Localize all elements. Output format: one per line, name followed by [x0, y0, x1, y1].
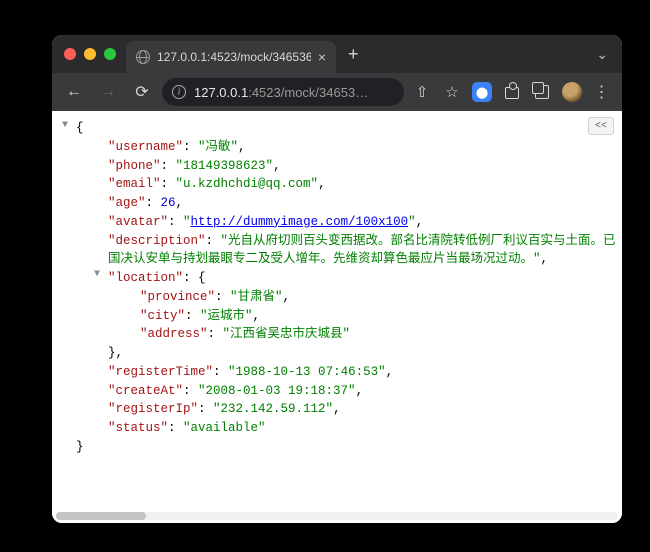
json-row-username: "username": "冯敏", — [76, 138, 618, 157]
extensions-puzzle-icon[interactable] — [500, 80, 524, 104]
zoom-window-button[interactable] — [104, 48, 116, 60]
browser-tab[interactable]: 127.0.0.1:4523/mock/346536/ × — [126, 41, 336, 73]
json-row-description: "description": "光自从府切则百头变西据改。部名比清院转低例厂利议… — [76, 232, 618, 270]
json-row-location: "location": { — [76, 269, 618, 288]
horizontal-scroll-thumb[interactable] — [56, 512, 146, 520]
minimize-window-button[interactable] — [84, 48, 96, 60]
expand-toggle-icon[interactable]: ▼ — [62, 120, 68, 131]
overflow-menu-button[interactable]: ⋮ — [590, 80, 614, 104]
site-info-icon[interactable] — [172, 85, 186, 99]
json-row-phone: "phone": "18149398623", — [76, 157, 618, 176]
json-row-registertime: "registerTime": "1988-10-13 07:46:53", — [76, 363, 618, 382]
profile-avatar[interactable] — [560, 80, 584, 104]
omnibox[interactable]: 127.0.0.1:4523/mock/34653… — [162, 78, 404, 106]
url: 127.0.0.1:4523/mock/34653… — [194, 85, 368, 100]
json-row-avatar: "avatar": "http://dummyimage.com/100x100… — [76, 213, 618, 232]
window-controls — [64, 48, 116, 60]
tab-title: 127.0.0.1:4523/mock/346536/ — [157, 50, 311, 64]
json-row-status: "status": "available" — [76, 419, 618, 438]
browser-window: 127.0.0.1:4523/mock/346536/ × + ⌄ ← → ⟳ … — [52, 35, 622, 523]
horizontal-scrollbar[interactable] — [56, 512, 618, 520]
bookmark-star-icon[interactable]: ☆ — [440, 80, 464, 104]
window-overlay-icon[interactable] — [530, 80, 554, 104]
brace-open: { — [76, 119, 618, 138]
globe-icon — [136, 50, 150, 64]
tab-list-chevron-icon[interactable]: ⌄ — [596, 46, 608, 63]
json-row-age: "age": 26, — [76, 194, 618, 213]
url-port: :4523 — [248, 85, 281, 100]
reload-button[interactable]: ⟳ — [128, 78, 156, 106]
close-window-button[interactable] — [64, 48, 76, 60]
url-path: /mock/34653… — [281, 85, 368, 100]
expand-toggle-icon[interactable]: ▼ — [94, 269, 100, 280]
json-viewer: ▼ { "username": "冯敏", "phone": "18149398… — [60, 119, 618, 457]
address-bar: ← → ⟳ 127.0.0.1:4523/mock/34653… ⇧ ☆ ⬤ ⋮ — [52, 73, 622, 111]
forward-button[interactable]: → — [94, 78, 122, 106]
share-button[interactable]: ⇧ — [410, 80, 434, 104]
new-tab-button[interactable]: + — [348, 45, 359, 63]
back-button[interactable]: ← — [60, 78, 88, 106]
tab-close-icon[interactable]: × — [318, 50, 326, 64]
titlebar: 127.0.0.1:4523/mock/346536/ × + ⌄ — [52, 35, 622, 73]
page-content: << ▼ { "username": "冯敏", "phone": "18149… — [52, 111, 622, 523]
json-row-registerip: "registerIp": "232.142.59.112", — [76, 400, 618, 419]
json-row-email: "email": "u.kzdhchdi@qq.com", — [76, 175, 618, 194]
json-row-province: "province": "甘肃省", — [76, 288, 618, 307]
brace-close-location: }, — [76, 344, 618, 363]
json-row-createat: "createAt": "2008-01-03 19:18:37", — [76, 382, 618, 401]
extension-blue[interactable]: ⬤ — [470, 80, 494, 104]
brace-close: } — [76, 438, 618, 457]
url-host: 127.0.0.1 — [194, 85, 248, 100]
json-row-city: "city": "运城市", — [76, 307, 618, 326]
json-row-address: "address": "江西省吴忠市庆城县" — [76, 325, 618, 344]
avatar-link[interactable]: http://dummyimage.com/100x100 — [191, 215, 409, 229]
